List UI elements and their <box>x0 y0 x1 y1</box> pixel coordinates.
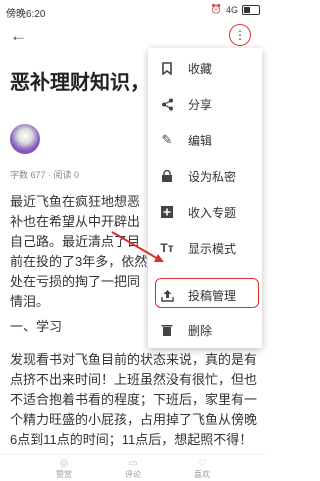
comment-button[interactable]: ▭ 评论 <box>113 458 153 480</box>
favorite-button[interactable]: ♡ 喜欢 <box>182 458 222 480</box>
like-button[interactable]: ◎ 赞赏 <box>44 458 84 480</box>
reward-icon: ◎ <box>59 458 69 469</box>
annotation-arrow-icon <box>111 231 164 262</box>
heart-icon: ♡ <box>197 458 207 469</box>
bottom-bar: ◎ 赞赏 ▭ 评论 ♡ 喜欢 <box>0 454 266 481</box>
comment-icon: ▭ <box>128 458 138 469</box>
